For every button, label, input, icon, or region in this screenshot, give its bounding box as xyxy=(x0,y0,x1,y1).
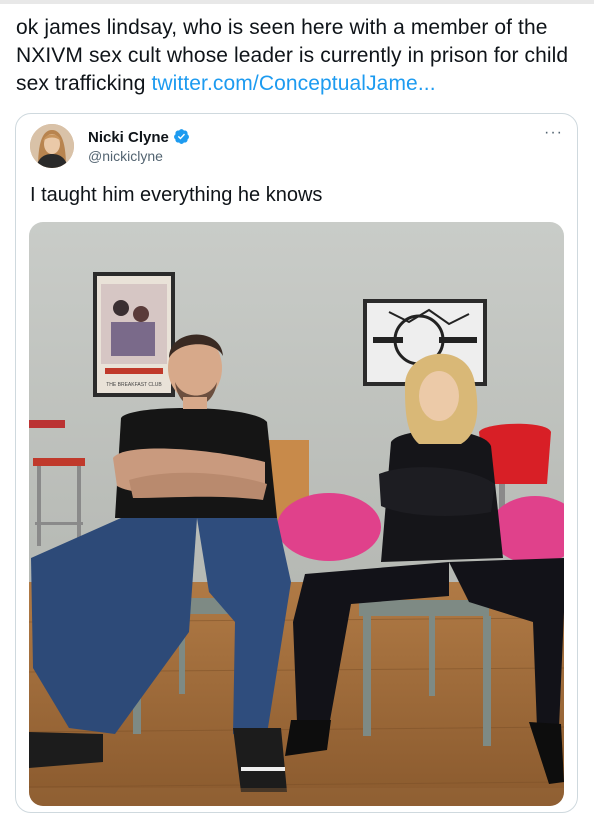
avatar[interactable] xyxy=(30,124,74,168)
breakfast-club-poster: THE BREAKFAST CLUB xyxy=(93,272,175,397)
quoted-tweet-text: I taught him everything he knows xyxy=(30,184,323,206)
quoted-display-name[interactable]: Nicki Clyne xyxy=(88,128,190,146)
tweet-photo[interactable]: THE BREAKFAST CLUB xyxy=(29,222,564,806)
more-options-icon[interactable]: ··· xyxy=(544,124,563,142)
verified-badge-icon xyxy=(173,129,189,144)
photo-illustration: THE BREAKFAST CLUB xyxy=(29,222,564,806)
screenshot-page: ok james lindsay, who is seen here with … xyxy=(0,0,594,820)
top-divider xyxy=(0,0,594,4)
tweet-body: ok james lindsay, who is seen here with … xyxy=(16,14,582,98)
poster-caption: THE BREAKFAST CLUB xyxy=(106,382,162,388)
display-name-text[interactable]: Nicki Clyne xyxy=(88,129,169,146)
quoted-tweet-card[interactable]: Nicki Clyne @nickiclyne ··· I taught him… xyxy=(15,113,578,813)
quoted-handle[interactable]: @nickiclyne xyxy=(88,148,163,164)
tweet-link[interactable]: twitter.com/ConceptualJame... xyxy=(151,72,435,95)
